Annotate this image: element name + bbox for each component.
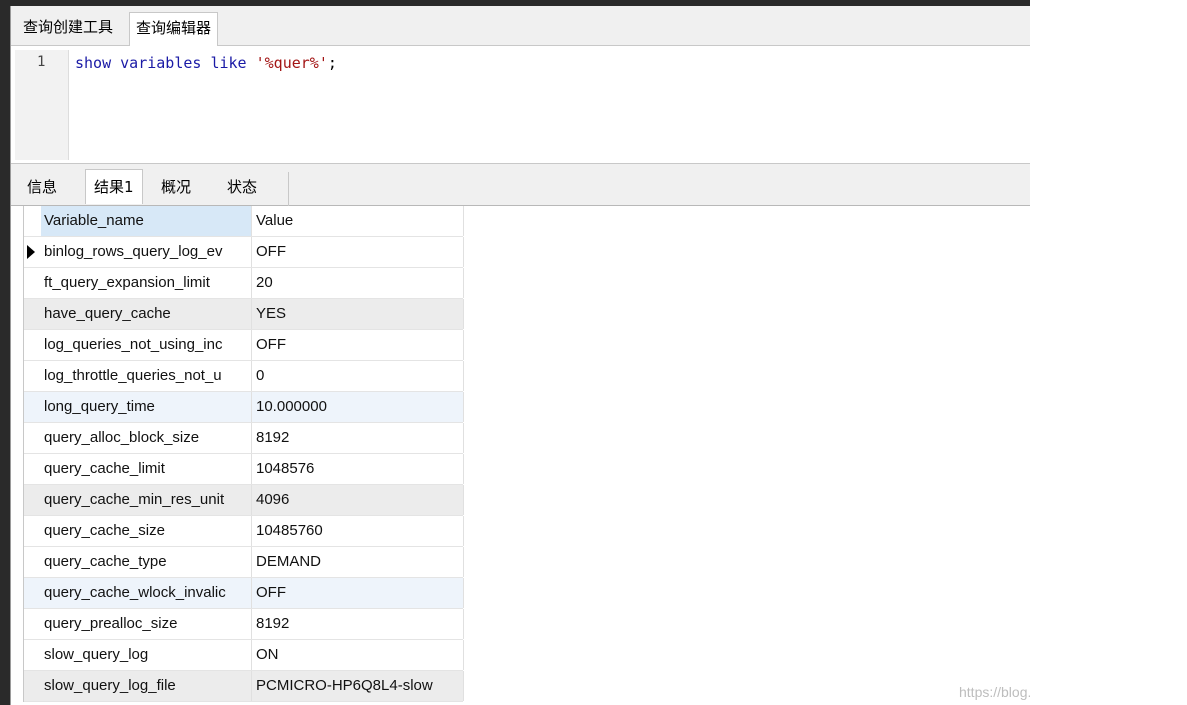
cell-value[interactable]: 8192: [252, 423, 464, 453]
column-header-variable-name[interactable]: Variable_name: [41, 206, 252, 236]
cell-value[interactable]: OFF: [252, 330, 464, 360]
cell-variable-name[interactable]: query_cache_size: [41, 516, 252, 546]
cell-value[interactable]: 10485760: [252, 516, 464, 546]
cell-variable-name[interactable]: slow_query_log: [41, 640, 252, 670]
tab-query-editor[interactable]: 查询编辑器: [129, 12, 219, 47]
row-indicator[interactable]: [24, 454, 41, 484]
row-indicator[interactable]: [24, 640, 41, 670]
table-row[interactable]: query_cache_wlock_invalic OFF: [24, 578, 464, 609]
result-grid: Variable_name Value binlog_rows_query_lo…: [23, 206, 464, 702]
table-row[interactable]: slow_query_log_file PCMICRO-HP6Q8L4-slow: [24, 671, 464, 702]
cell-variable-name[interactable]: log_throttle_queries_not_u: [41, 361, 252, 391]
cell-value[interactable]: ON: [252, 640, 464, 670]
line-number: 1: [37, 54, 46, 70]
row-indicator[interactable]: [24, 423, 41, 453]
result-tab-strip: 信息 结果1 概况 状态: [11, 164, 1030, 206]
cell-variable-name[interactable]: log_queries_not_using_inc: [41, 330, 252, 360]
cell-value[interactable]: 4096: [252, 485, 464, 515]
table-row[interactable]: slow_query_log ON: [24, 640, 464, 671]
tab-profile[interactable]: 概况: [153, 172, 199, 206]
row-indicator[interactable]: [24, 330, 41, 360]
table-row[interactable]: binlog_rows_query_log_ev OFF: [24, 237, 464, 268]
cell-value[interactable]: OFF: [252, 237, 464, 267]
row-indicator[interactable]: [24, 547, 41, 577]
editor-tab-strip: 查询创建工具 查询编辑器: [11, 6, 1030, 47]
sql-code-line[interactable]: show variables like '%quer%';: [75, 54, 337, 72]
statement-terminator: ;: [327, 54, 337, 72]
tab-query-builder[interactable]: 查询创建工具: [17, 12, 119, 46]
cell-variable-name[interactable]: long_query_time: [41, 392, 252, 422]
table-row[interactable]: query_cache_limit 1048576: [24, 454, 464, 485]
grid-body: binlog_rows_query_log_ev OFF ft_query_expa…: [24, 237, 464, 702]
row-indicator[interactable]: [24, 237, 41, 267]
table-row[interactable]: long_query_time 10.000000: [24, 392, 464, 423]
cell-variable-name[interactable]: binlog_rows_query_log_ev: [41, 237, 252, 267]
table-row[interactable]: query_alloc_block_size 8192: [24, 423, 464, 454]
cell-value[interactable]: 20: [252, 268, 464, 298]
row-indicator[interactable]: [24, 268, 41, 298]
cell-variable-name[interactable]: query_cache_limit: [41, 454, 252, 484]
keyword-variables: variables: [120, 54, 202, 72]
table-row[interactable]: log_throttle_queries_not_u 0: [24, 361, 464, 392]
row-indicator[interactable]: [24, 485, 41, 515]
row-indicator[interactable]: [24, 392, 41, 422]
cell-variable-name[interactable]: query_cache_type: [41, 547, 252, 577]
table-row[interactable]: log_queries_not_using_inc OFF: [24, 330, 464, 361]
cell-variable-name[interactable]: slow_query_log_file: [41, 671, 252, 701]
table-row[interactable]: query_prealloc_size 8192: [24, 609, 464, 640]
cell-variable-name[interactable]: query_prealloc_size: [41, 609, 252, 639]
query-window: 查询创建工具 查询编辑器 1 show variables like '%que…: [10, 6, 1030, 705]
cell-value[interactable]: 0: [252, 361, 464, 391]
table-row[interactable]: query_cache_size 10485760: [24, 516, 464, 547]
keyword-like: like: [210, 54, 247, 72]
tab-result-1[interactable]: 结果1: [85, 169, 143, 204]
cell-variable-name[interactable]: query_alloc_block_size: [41, 423, 252, 453]
cell-value[interactable]: 10.000000: [252, 392, 464, 422]
current-row-arrow-icon: [27, 245, 35, 259]
cell-value[interactable]: 8192: [252, 609, 464, 639]
tab-status[interactable]: 状态: [219, 172, 289, 206]
result-grid-area: Variable_name Value binlog_rows_query_lo…: [11, 206, 1030, 705]
row-indicator[interactable]: [24, 299, 41, 329]
row-indicator[interactable]: [24, 361, 41, 391]
cell-value[interactable]: 1048576: [252, 454, 464, 484]
row-indicator[interactable]: [24, 516, 41, 546]
row-indicator[interactable]: [24, 609, 41, 639]
string-literal: '%quer%': [255, 54, 328, 72]
cell-value[interactable]: OFF: [252, 578, 464, 608]
cell-variable-name[interactable]: have_query_cache: [41, 299, 252, 329]
grid-header-row: Variable_name Value: [24, 206, 464, 237]
cell-variable-name[interactable]: query_cache_wlock_invalic: [41, 578, 252, 608]
tab-info[interactable]: 信息: [19, 172, 65, 206]
table-row[interactable]: ft_query_expansion_limit 20: [24, 268, 464, 299]
right-blank-pane: [1030, 0, 1187, 705]
cell-value[interactable]: YES: [252, 299, 464, 329]
cell-value[interactable]: PCMICRO-HP6Q8L4-slow: [252, 671, 464, 701]
watermark-text: https://blog.csdn.net/manba_yqq: [959, 684, 1030, 700]
row-indicator-header: [24, 206, 41, 236]
row-indicator[interactable]: [24, 578, 41, 608]
keyword-show: show: [75, 54, 112, 72]
cell-variable-name[interactable]: query_cache_min_res_unit: [41, 485, 252, 515]
cell-variable-name[interactable]: ft_query_expansion_limit: [41, 268, 252, 298]
table-row[interactable]: query_cache_min_res_unit 4096: [24, 485, 464, 516]
table-row[interactable]: query_cache_type DEMAND: [24, 547, 464, 578]
table-row[interactable]: have_query_cache YES: [24, 299, 464, 330]
cell-value[interactable]: DEMAND: [252, 547, 464, 577]
column-header-value[interactable]: Value: [252, 206, 464, 236]
sql-editor[interactable]: 1 show variables like '%quer%';: [11, 46, 1030, 164]
row-indicator[interactable]: [24, 671, 41, 701]
